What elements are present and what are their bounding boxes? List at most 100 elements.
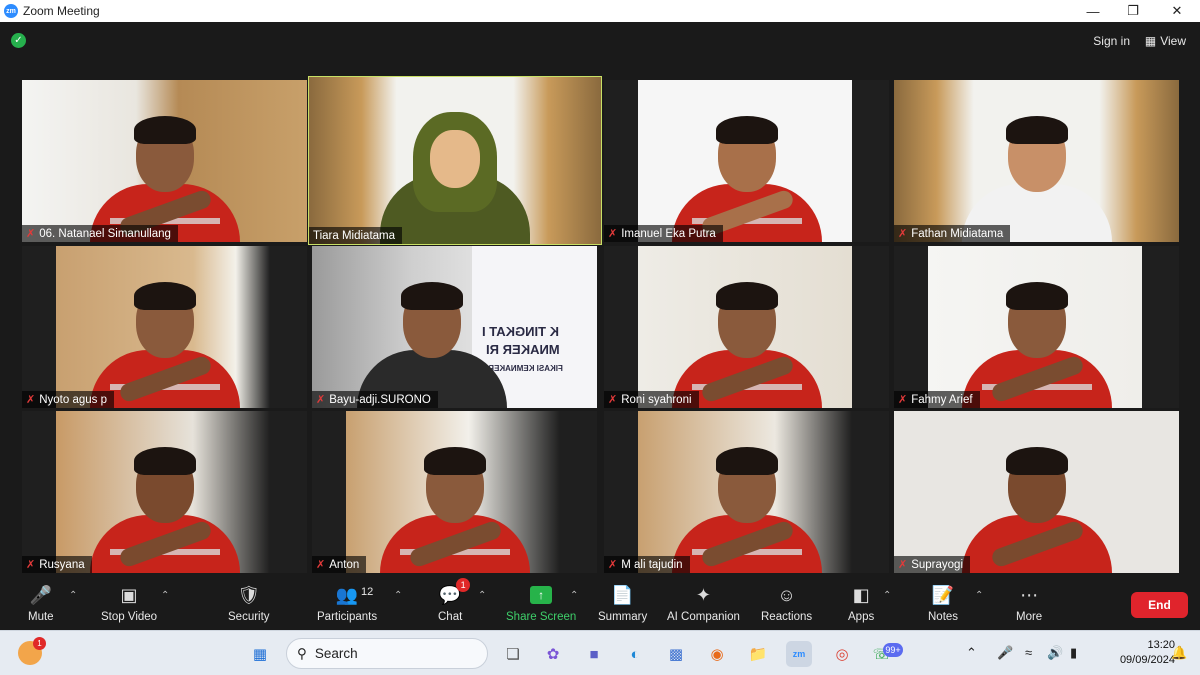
participant-name: Suprayogi [911,558,964,571]
chevron-up-icon[interactable]: ⌃ [883,590,891,601]
ai-companion-label: AI Companion [667,611,740,623]
participant-video [671,268,822,408]
firefox-icon[interactable]: ◉ [704,641,730,667]
participant-video [379,433,530,573]
stop-video-button[interactable]: ▣ Stop Video [101,583,158,624]
video-tile-active-speaker[interactable]: Tiara Midiatama [308,76,602,245]
stop-video-label: Stop Video [101,611,158,623]
mute-label: Mute [28,611,54,623]
volume-icon[interactable]: 🔊 [1047,645,1063,661]
participants-label: Participants [317,611,378,623]
view-label: View [1160,34,1186,48]
chevron-up-icon[interactable]: ⌃ [975,590,983,601]
end-meeting-button[interactable]: End [1131,592,1188,618]
participants-count: 12 [361,586,374,598]
meeting-controls: 🎤 Mute ⌃ ▣ Stop Video ⌃ 🛡 Security 👥 12 P… [0,575,1200,630]
clock-date: 09/09/2024 [1119,654,1175,666]
video-tile[interactable]: ✗ Fathan Midiatama [894,80,1179,242]
video-tile[interactable]: ✗ Rusyana [22,411,307,573]
chevron-up-icon[interactable]: ⌃ [966,645,977,661]
apps-button[interactable]: ◧ Apps [848,583,874,624]
edge-icon[interactable]: ◐ [622,641,648,667]
video-camera-icon: ▣ [120,584,138,605]
maximize-icon[interactable]: ❐ [1110,0,1156,22]
sparkle-icon: ✦ [695,584,711,605]
meeting-top-bar: ✓ Sign in ▦ View [0,22,1200,62]
chrome-icon[interactable]: ◎ [829,641,855,667]
mic-muted-icon: ✗ [26,394,36,406]
participant-name: 06. Natanael Simanullang [39,227,171,240]
search-placeholder: Search [314,646,358,661]
participant-video [89,102,240,242]
whatsapp-icon[interactable]: ☏ 99+ [869,641,903,667]
chevron-up-icon[interactable]: ⌃ [161,590,169,601]
sign-in-link[interactable]: Sign in [1093,34,1130,48]
participant-name-tag: ✗ Fathan Midiatama [894,225,1011,242]
wifi-icon[interactable]: ≈ [1025,645,1032,660]
clock-time: 13:20 [1147,639,1175,651]
chevron-up-icon[interactable]: ⌃ [394,590,402,601]
taskbar: 1 ▦ ⚲ Search ❏ ✿ ■ ◐ ▩ ◉ 📁 zm ◎ ☏ 99+ ⌃ … [0,630,1200,675]
whatsapp-badge: 99+ [883,643,903,657]
taskbar-search[interactable]: ⚲ Search [286,638,488,669]
copilot-icon[interactable]: ✿ [540,641,566,667]
participant-video [961,102,1112,242]
participant-name-tag: ✗ Roni syahroni [604,391,699,408]
video-tile[interactable]: ✗ Fahmy Arief [894,246,1179,408]
mute-button[interactable]: 🎤 Mute [28,583,54,624]
participant-name: Imanuel Eka Putra [621,227,716,240]
video-tile[interactable]: ✗ Anton [312,411,597,573]
search-icon: ⚲ [297,645,307,661]
microphone-icon[interactable]: 🎤 [997,645,1013,661]
video-tile[interactable]: ✗ Nyoto agus p [22,246,307,408]
participant-name-tag: ✗ Fahmy Arief [894,391,980,408]
mic-muted-icon: ✗ [608,559,618,571]
close-icon[interactable]: ✕ [1154,0,1200,22]
weather-badge: 1 [33,637,46,650]
video-tile[interactable]: ✗ M ali tajudin [604,411,889,573]
zoom-taskbar-icon[interactable]: zm [786,641,812,667]
participant-name-tag: ✗ Rusyana [22,556,92,573]
windows-start-icon[interactable]: ▦ [247,641,273,667]
battery-icon[interactable]: ▮ [1070,645,1077,661]
teams-icon[interactable]: ■ [581,641,607,667]
participant-video [356,268,507,408]
store-icon[interactable]: ▩ [663,641,689,667]
participant-name: Tiara Midiatama [313,229,396,242]
participant-name: Fahmy Arief [911,393,973,406]
participants-button[interactable]: 👥 12 Participants [317,583,378,624]
view-button[interactable]: ▦ View [1145,34,1186,48]
mic-muted-icon: ✗ [898,228,908,240]
video-tile[interactable]: ✗ Roni syahroni [604,246,889,408]
video-tile[interactable]: ✗ 06. Natanael Simanullang [22,80,307,242]
zoom-logo-icon: zm [4,4,18,18]
task-view-icon[interactable]: ❏ [500,641,526,667]
file-explorer-icon[interactable]: 📁 [745,641,771,667]
chevron-up-icon[interactable]: ⌃ [570,590,578,601]
system-clock[interactable]: 13:20 09/09/2024 [1120,638,1175,668]
security-button[interactable]: 🛡 Security [228,583,270,624]
mic-muted-icon: ✗ [26,228,36,240]
participant-video [961,268,1112,408]
chevron-up-icon[interactable]: ⌃ [478,590,486,601]
participant-video [671,433,822,573]
chevron-up-icon[interactable]: ⌃ [69,590,77,601]
microphone-icon: 🎤 [29,584,52,605]
notification-bell-icon[interactable]: 🔔 [1171,645,1187,661]
more-button[interactable]: ⋯ More [1016,583,1042,624]
notes-button[interactable]: 📝 Notes [928,583,958,624]
video-tile[interactable]: ✗ Suprayogi [894,411,1179,573]
weather-icon[interactable]: 1 [18,637,46,665]
reactions-button[interactable]: ☺ Reactions [761,583,812,624]
share-screen-button[interactable]: ↑ Share Screen [506,583,576,623]
notes-icon: 📝 [931,584,955,605]
chat-button[interactable]: 💬 1 Chat [438,578,471,623]
summary-button[interactable]: 📄 Summary [598,583,647,624]
title-bar: zm Zoom Meeting — ❐ ✕ [0,0,1200,22]
video-tile[interactable]: K TINGKAT I MNAKER RI FIKASI KEMNAKER RI… [312,246,597,408]
window-title: Zoom Meeting [23,4,100,18]
participant-name-tag: ✗ Anton [312,556,367,573]
shield-check-icon[interactable]: ✓ [11,33,26,48]
video-tile[interactable]: ✗ Imanuel Eka Putra [604,80,889,242]
ai-companion-button[interactable]: ✦ AI Companion [667,583,740,624]
